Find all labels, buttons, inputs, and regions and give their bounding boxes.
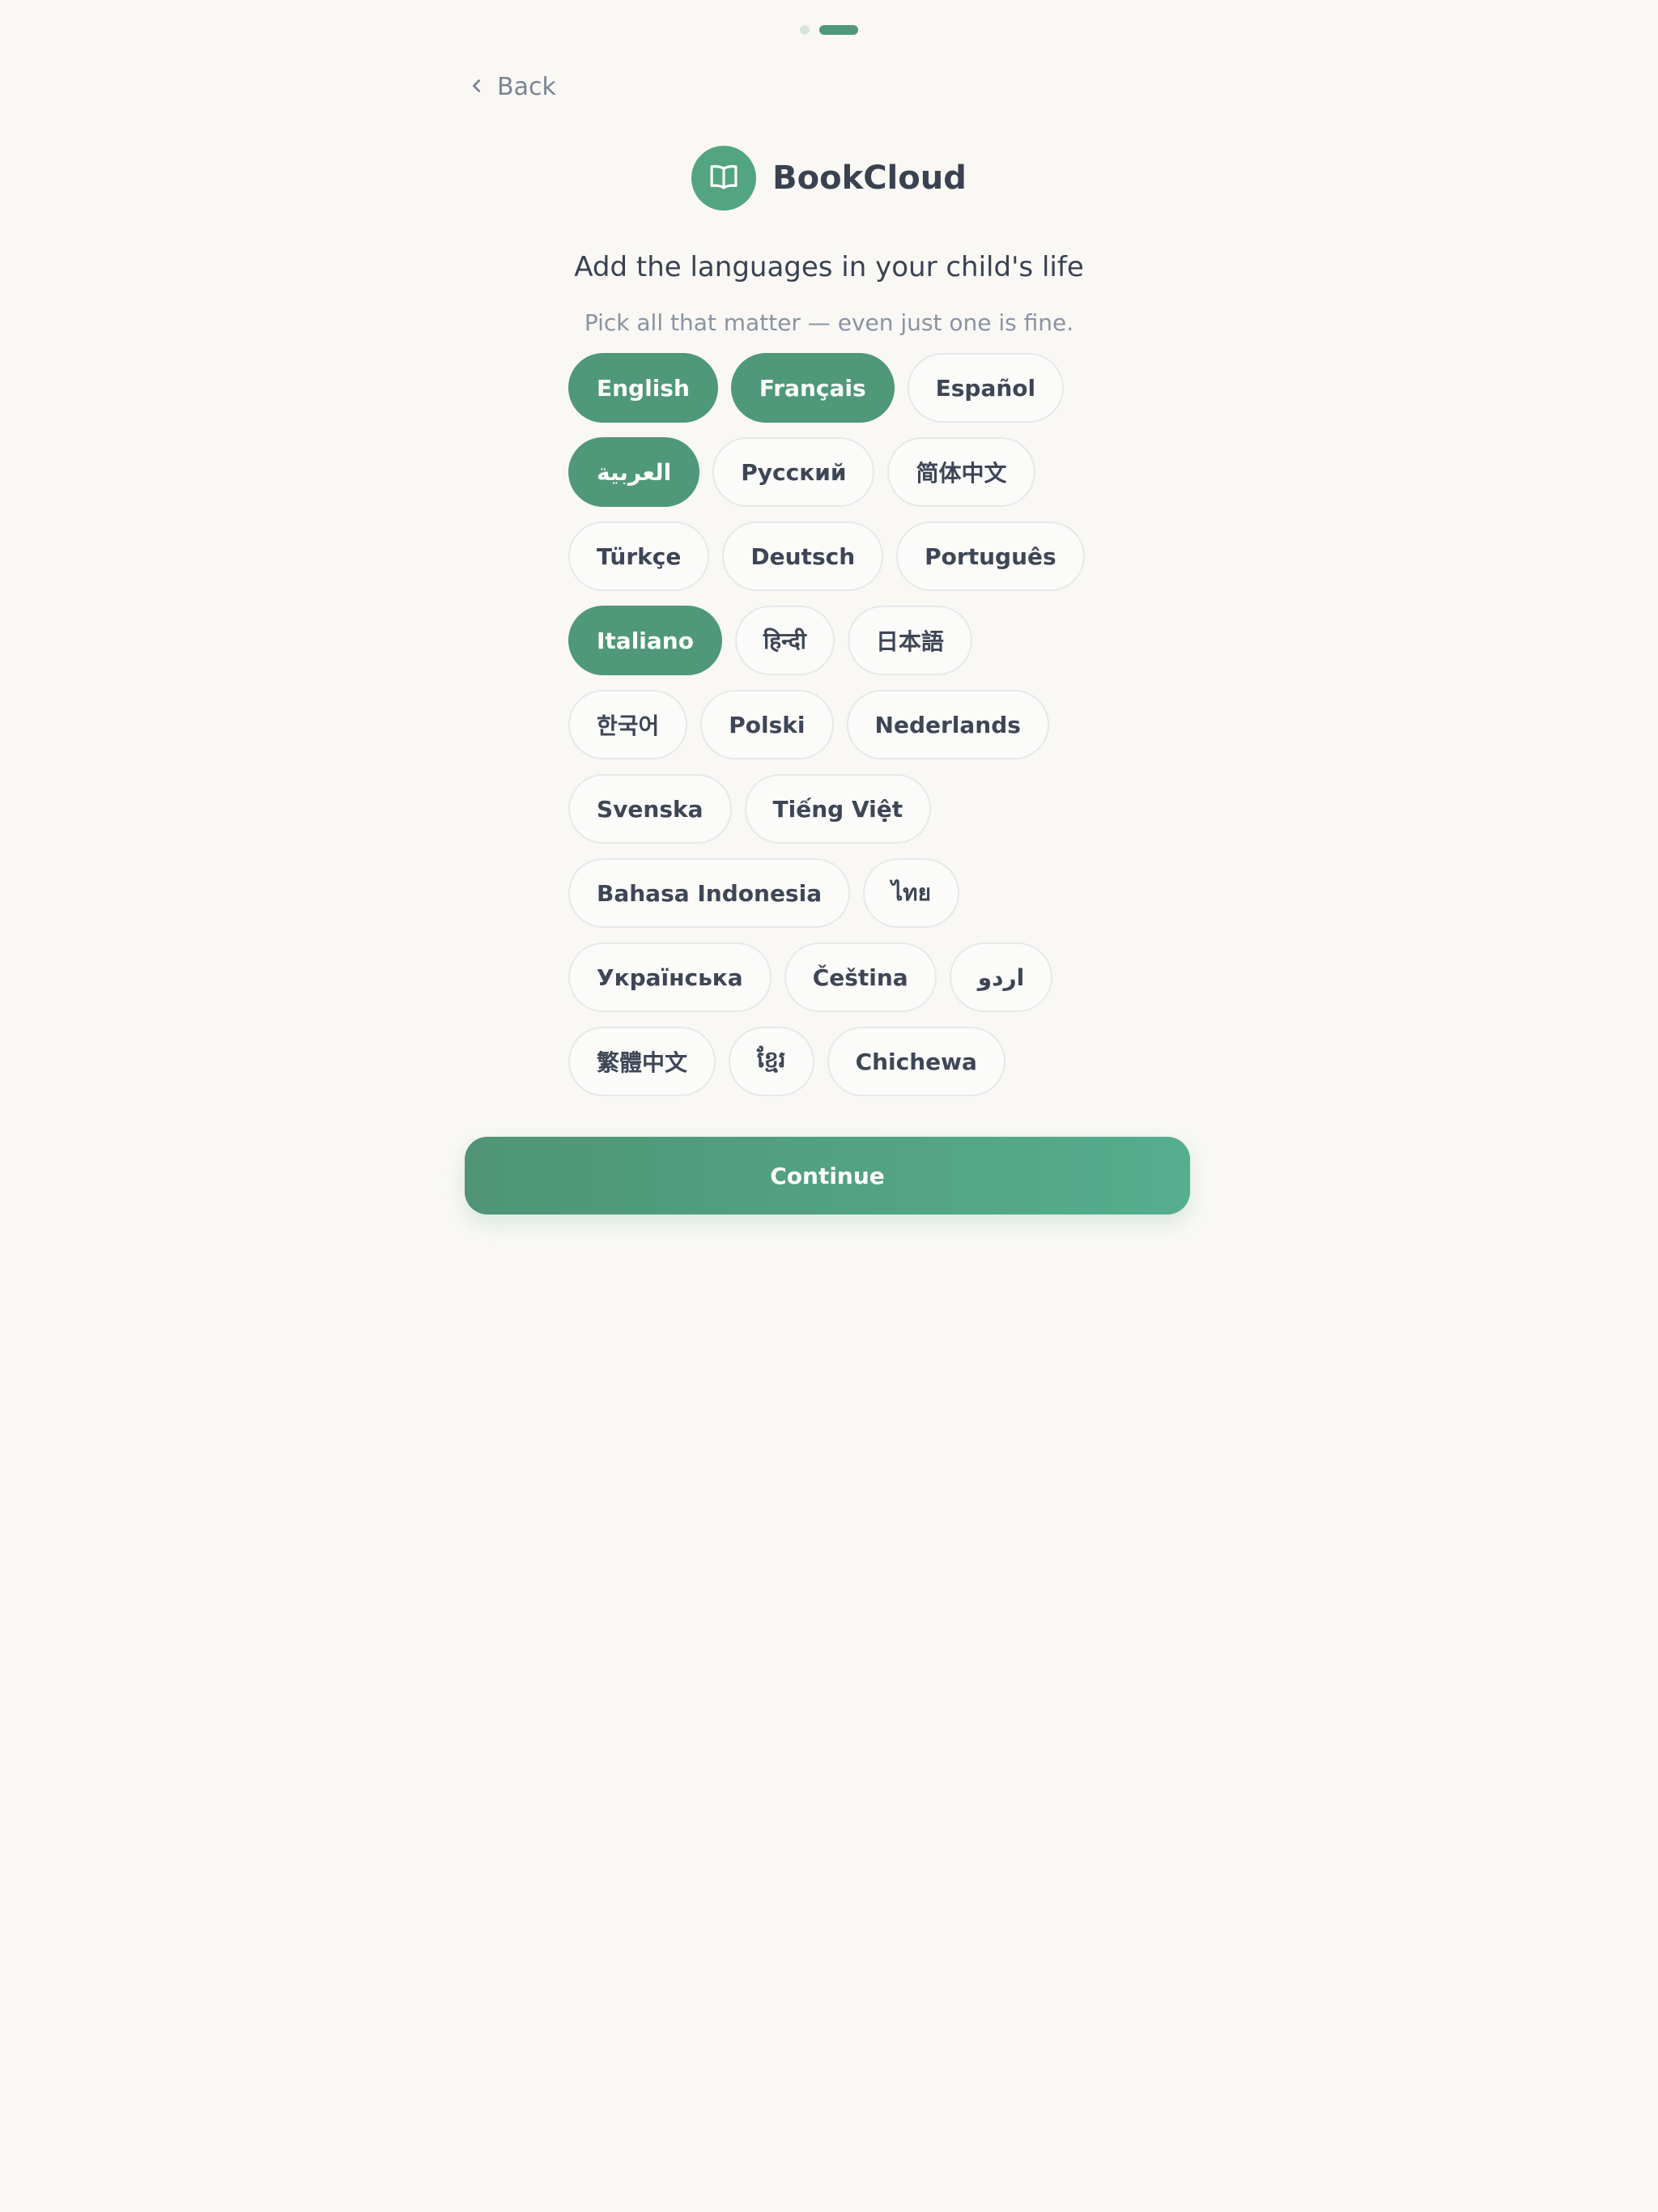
language-chip[interactable]: Português — [896, 521, 1085, 591]
step-dot-active — [819, 25, 858, 35]
chip-row: 繁體中文 ខ្មែរ Chichewa — [568, 1027, 1103, 1096]
brand-header: BookCloud — [0, 146, 1658, 211]
brand-name: BookCloud — [772, 160, 967, 197]
language-chip[interactable]: Italiano — [568, 606, 722, 675]
language-chip[interactable]: Polski — [700, 690, 834, 759]
chip-row: 한국어 Polski Nederlands — [568, 690, 1103, 759]
open-book-icon — [707, 160, 741, 197]
back-label: Back — [497, 73, 556, 101]
back-button[interactable]: Back — [468, 73, 556, 101]
language-chip-list: English Français Español العربية Русский… — [568, 353, 1103, 1096]
language-chip[interactable]: हिन्दी — [734, 606, 835, 675]
language-chip[interactable]: Svenska — [568, 774, 732, 844]
language-chip[interactable]: Nederlands — [846, 690, 1049, 759]
language-chip[interactable]: اردو — [949, 942, 1053, 1012]
chevron-left-icon — [468, 73, 486, 101]
language-chip[interactable]: English — [568, 353, 718, 423]
language-chip[interactable]: 日本語 — [847, 606, 972, 675]
language-chip[interactable]: Tiếng Việt — [744, 774, 932, 844]
page-title: Add the languages in your child's life — [574, 251, 1084, 283]
language-chip[interactable]: 한국어 — [568, 690, 688, 759]
brand-logo — [691, 146, 757, 211]
language-chip[interactable]: ខ្មែរ — [729, 1027, 814, 1096]
chip-row: English Français Español — [568, 353, 1103, 423]
language-chip[interactable]: Українська — [568, 942, 772, 1012]
language-chip[interactable]: 简体中文 — [887, 437, 1035, 507]
language-chip[interactable]: Čeština — [784, 942, 937, 1012]
language-chip[interactable]: Français — [730, 353, 895, 423]
chip-row: Italiano हिन्दी 日本語 — [568, 606, 1103, 675]
continue-button[interactable]: Continue — [465, 1137, 1190, 1214]
chip-row: Українська Čeština اردو — [568, 942, 1103, 1012]
page-subtitle: Pick all that matter — even just one is … — [584, 309, 1074, 336]
language-chip[interactable]: العربية — [568, 437, 700, 507]
language-chip[interactable]: Bahasa Indonesia — [568, 858, 851, 928]
language-chip[interactable]: 繁體中文 — [568, 1027, 716, 1096]
language-chip[interactable]: Türkçe — [568, 521, 710, 591]
language-chip[interactable]: Русский — [712, 437, 875, 507]
chip-row: Svenska Tiếng Việt — [568, 774, 1103, 844]
step-dot-inactive — [800, 25, 810, 35]
language-chip[interactable]: ไทย — [863, 858, 960, 928]
step-progress-indicator — [0, 25, 1658, 35]
language-chip[interactable]: Español — [907, 353, 1065, 423]
language-chip[interactable]: Chichewa — [827, 1027, 1005, 1096]
chip-row: العربية Русский 简体中文 — [568, 437, 1103, 507]
chip-row: Türkçe Deutsch Português — [568, 521, 1103, 591]
chip-row: Bahasa Indonesia ไทย — [568, 858, 1103, 928]
language-chip[interactable]: Deutsch — [722, 521, 884, 591]
